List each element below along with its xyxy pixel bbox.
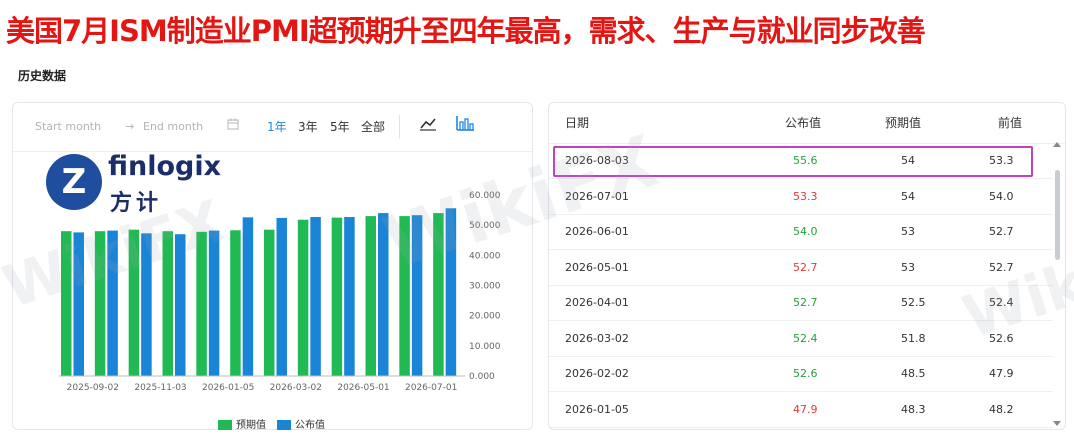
cell-expected: 52.5 xyxy=(901,296,926,309)
cell-date: 2026-07-01 xyxy=(565,189,629,203)
cell-expected: 51.8 xyxy=(901,331,926,345)
cell-previous: 52.7 xyxy=(989,225,1014,238)
cell-previous: 48.2 xyxy=(989,402,1014,416)
cell-expected: 53 xyxy=(901,260,915,274)
bar-expected-2025-08[interactable] xyxy=(61,231,72,376)
cell-expected: 48.3 xyxy=(901,402,926,416)
y-tick-label: 10.000 xyxy=(469,342,501,352)
cell-actual: 52.7 xyxy=(793,260,818,274)
bar-expected-2025-09[interactable] xyxy=(94,231,106,376)
cell-actual: 55.6 xyxy=(793,154,818,167)
table-row[interactable]: 2026-04-01 52.7 52.5 52.4 xyxy=(549,285,1053,321)
legend-item-expected[interactable]: 预期值 xyxy=(218,416,266,431)
bar-actual-2025-12[interactable] xyxy=(208,230,220,376)
bar-expected-2025-10[interactable] xyxy=(128,229,140,376)
bar-actual-2026-07[interactable] xyxy=(445,208,457,376)
x-tick-label: 2026-07-01 xyxy=(405,383,457,393)
cell-previous: 53.3 xyxy=(989,154,1014,167)
table-row[interactable]: 2026-01-05 47.9 48.3 48.2 xyxy=(549,392,1053,428)
bar-actual-2026-02[interactable] xyxy=(276,217,288,376)
x-tick-label: 2026-05-01 xyxy=(337,383,389,393)
bar-actual-2026-06[interactable] xyxy=(411,215,423,376)
cell-previous: 52.7 xyxy=(989,260,1014,274)
bar-expected-2026-01[interactable] xyxy=(230,230,241,376)
bar-actual-2025-08[interactable] xyxy=(73,232,85,376)
bar-expected-2026-03[interactable] xyxy=(297,219,309,376)
bar-actual-2026-04[interactable] xyxy=(344,217,355,376)
bar-expected-2026-06[interactable] xyxy=(399,216,410,376)
cell-expected: 48.5 xyxy=(901,367,926,380)
bar-expected-2026-02[interactable] xyxy=(264,229,275,376)
bar-expected-2026-04[interactable] xyxy=(331,217,343,376)
cell-expected: 53 xyxy=(901,225,915,238)
bar-actual-2025-10[interactable] xyxy=(141,233,152,376)
cell-expected: 54 xyxy=(901,154,915,167)
bar-actual-2026-01[interactable] xyxy=(242,217,254,376)
table-row[interactable]: 2026-07-01 53.3 54 54.0 xyxy=(549,179,1053,215)
cell-actual: 47.9 xyxy=(793,402,818,416)
table-row[interactable]: 2026-05-01 52.7 53 52.7 xyxy=(549,250,1053,286)
cell-date: 2026-01-05 xyxy=(565,402,629,416)
y-tick-label: 60.000 xyxy=(469,191,501,201)
bar-actual-2026-03[interactable] xyxy=(310,217,321,376)
cell-actual: 52.4 xyxy=(793,331,818,345)
legend-label-expected: 预期值 xyxy=(236,420,266,431)
cell-date: 2026-06-01 xyxy=(565,225,629,238)
table-header: 日期 公布值 预期值 前值 xyxy=(549,103,1065,144)
headline: 美国7月ISM制造业PMI超预期升至四年最高，需求、生产与就业同步改善 xyxy=(6,14,926,48)
legend-swatch-expected xyxy=(218,420,232,430)
bar-expected-2025-11[interactable] xyxy=(162,231,174,376)
bar-expected-2026-07[interactable] xyxy=(433,213,444,376)
bar-chart: 0.000 10.000 20.000 30.000 40.000 50.000 60.00… xyxy=(59,191,501,393)
header-previous: 前值 xyxy=(998,116,1023,130)
header-date: 日期 xyxy=(565,116,590,130)
legend-swatch-actual xyxy=(277,420,291,430)
cell-actual: 54.0 xyxy=(793,225,818,238)
y-tick-label: 0.000 xyxy=(469,372,495,382)
header-expected: 预期值 xyxy=(885,116,922,130)
cell-previous: 52.6 xyxy=(989,331,1014,345)
cell-previous: 54.0 xyxy=(989,189,1014,203)
table-row[interactable]: 2026-03-02 52.4 51.8 52.6 xyxy=(549,321,1053,357)
x-tick-label: 2025-11-03 xyxy=(134,383,186,393)
cell-previous: 47.9 xyxy=(989,367,1014,380)
table-row[interactable]: 2026-08-03 55.6 54 53.3 xyxy=(549,143,1053,179)
y-tick-label: 40.000 xyxy=(469,251,501,261)
cell-date: 2026-03-02 xyxy=(565,331,629,345)
cell-actual: 53.3 xyxy=(793,189,818,203)
bar-expected-2025-12[interactable] xyxy=(196,231,207,376)
bar-actual-2025-09[interactable] xyxy=(107,230,118,376)
cell-date: 2026-05-01 xyxy=(565,260,629,274)
x-tick-label: 2025-09-02 xyxy=(67,383,119,393)
cell-expected: 54 xyxy=(901,189,915,203)
y-tick-label: 20.000 xyxy=(469,312,501,322)
cell-previous: 52.4 xyxy=(989,296,1014,309)
cell-date: 2026-08-03 xyxy=(565,154,629,167)
cell-actual: 52.7 xyxy=(793,296,818,309)
section-title: 历史数据 xyxy=(18,69,67,83)
cell-date: 2026-02-02 xyxy=(565,367,629,380)
cell-date: 2026-04-01 xyxy=(565,296,629,309)
legend-label-actual: 公布值 xyxy=(295,420,325,431)
cell-actual: 52.6 xyxy=(793,367,818,380)
history-table: 日期 公布值 预期值 前值 2026-08-03 55.6 54 53.3 2026-0… xyxy=(548,102,1066,430)
table-row[interactable]: 2026-06-01 54.0 53 52.7 xyxy=(549,214,1053,250)
chart-panel: Start month → End month 1年 3年 5年 全部 Z fi… xyxy=(12,102,533,431)
legend-item-actual[interactable]: 公布值 xyxy=(277,416,325,431)
bar-actual-2025-11[interactable] xyxy=(175,234,186,376)
bar-expected-2026-05[interactable] xyxy=(365,216,377,376)
table-scroll-thumb[interactable] xyxy=(1055,170,1060,260)
header-actual: 公布值 xyxy=(785,116,822,130)
y-tick-label: 50.000 xyxy=(469,221,501,231)
y-tick-label: 30.000 xyxy=(469,282,501,292)
table-row[interactable]: 2026-02-02 52.6 48.5 47.9 xyxy=(549,356,1053,392)
bar-actual-2026-05[interactable] xyxy=(378,213,389,376)
x-tick-label: 2026-01-05 xyxy=(202,383,254,393)
x-tick-label: 2026-03-02 xyxy=(270,383,322,393)
